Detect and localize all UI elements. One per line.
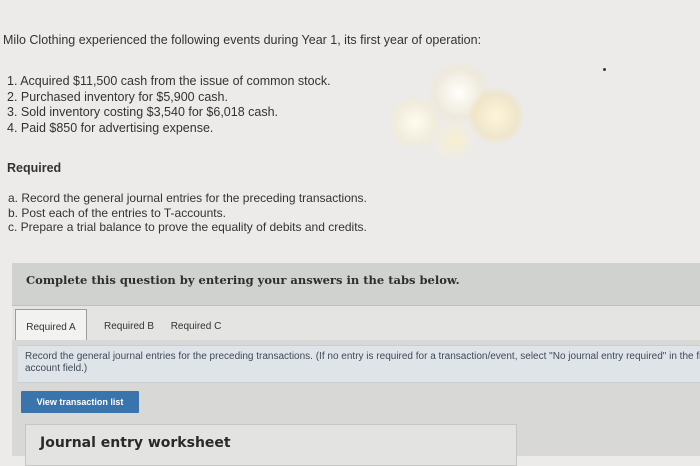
task-item: c. Prepare a trial balance to prove the … (8, 220, 367, 234)
tab-required-b[interactable]: Required B (94, 315, 164, 339)
event-list: 1. Acquired $11,500 cash from the issue … (7, 74, 331, 136)
instruction-text: Record the general journal entries for t… (25, 351, 700, 374)
photo-glare (468, 88, 524, 144)
event-item: 2. Purchased inventory for $5,900 cash. (7, 89, 228, 104)
event-item: 4. Paid $850 for advertising expense. (7, 120, 214, 135)
tab-required-c[interactable]: Required C (166, 315, 226, 339)
answer-panel: Complete this question by entering your … (12, 263, 700, 466)
photo-glare (390, 95, 440, 150)
journal-entry-worksheet: Journal entry worksheet (25, 424, 517, 466)
panel-header: Complete this question by entering your … (12, 263, 700, 306)
event-item: 3. Sold inventory costing $3,540 for $6,… (7, 105, 279, 119)
worksheet-title: Journal entry worksheet (40, 435, 231, 451)
task-list: a. Record the general journal entries fo… (8, 191, 367, 235)
photo-glare (432, 118, 476, 162)
task-item: a. Record the general journal entries fo… (8, 191, 367, 205)
event-item: 1. Acquired $11,500 cash from the issue … (7, 74, 331, 88)
instruction-box: Record the general journal entries for t… (18, 345, 700, 383)
photo-glare (428, 62, 490, 124)
view-transaction-list-button[interactable]: View transaction list (21, 391, 139, 413)
problem-intro: Milo Clothing experienced the following … (3, 33, 482, 47)
panel-header-text: Complete this question by entering your … (26, 273, 460, 287)
required-heading: Required (7, 161, 62, 175)
tab-required-a[interactable]: Required A (15, 309, 87, 340)
speck (603, 68, 606, 71)
task-item: b. Post each of the entries to T-account… (8, 205, 226, 220)
